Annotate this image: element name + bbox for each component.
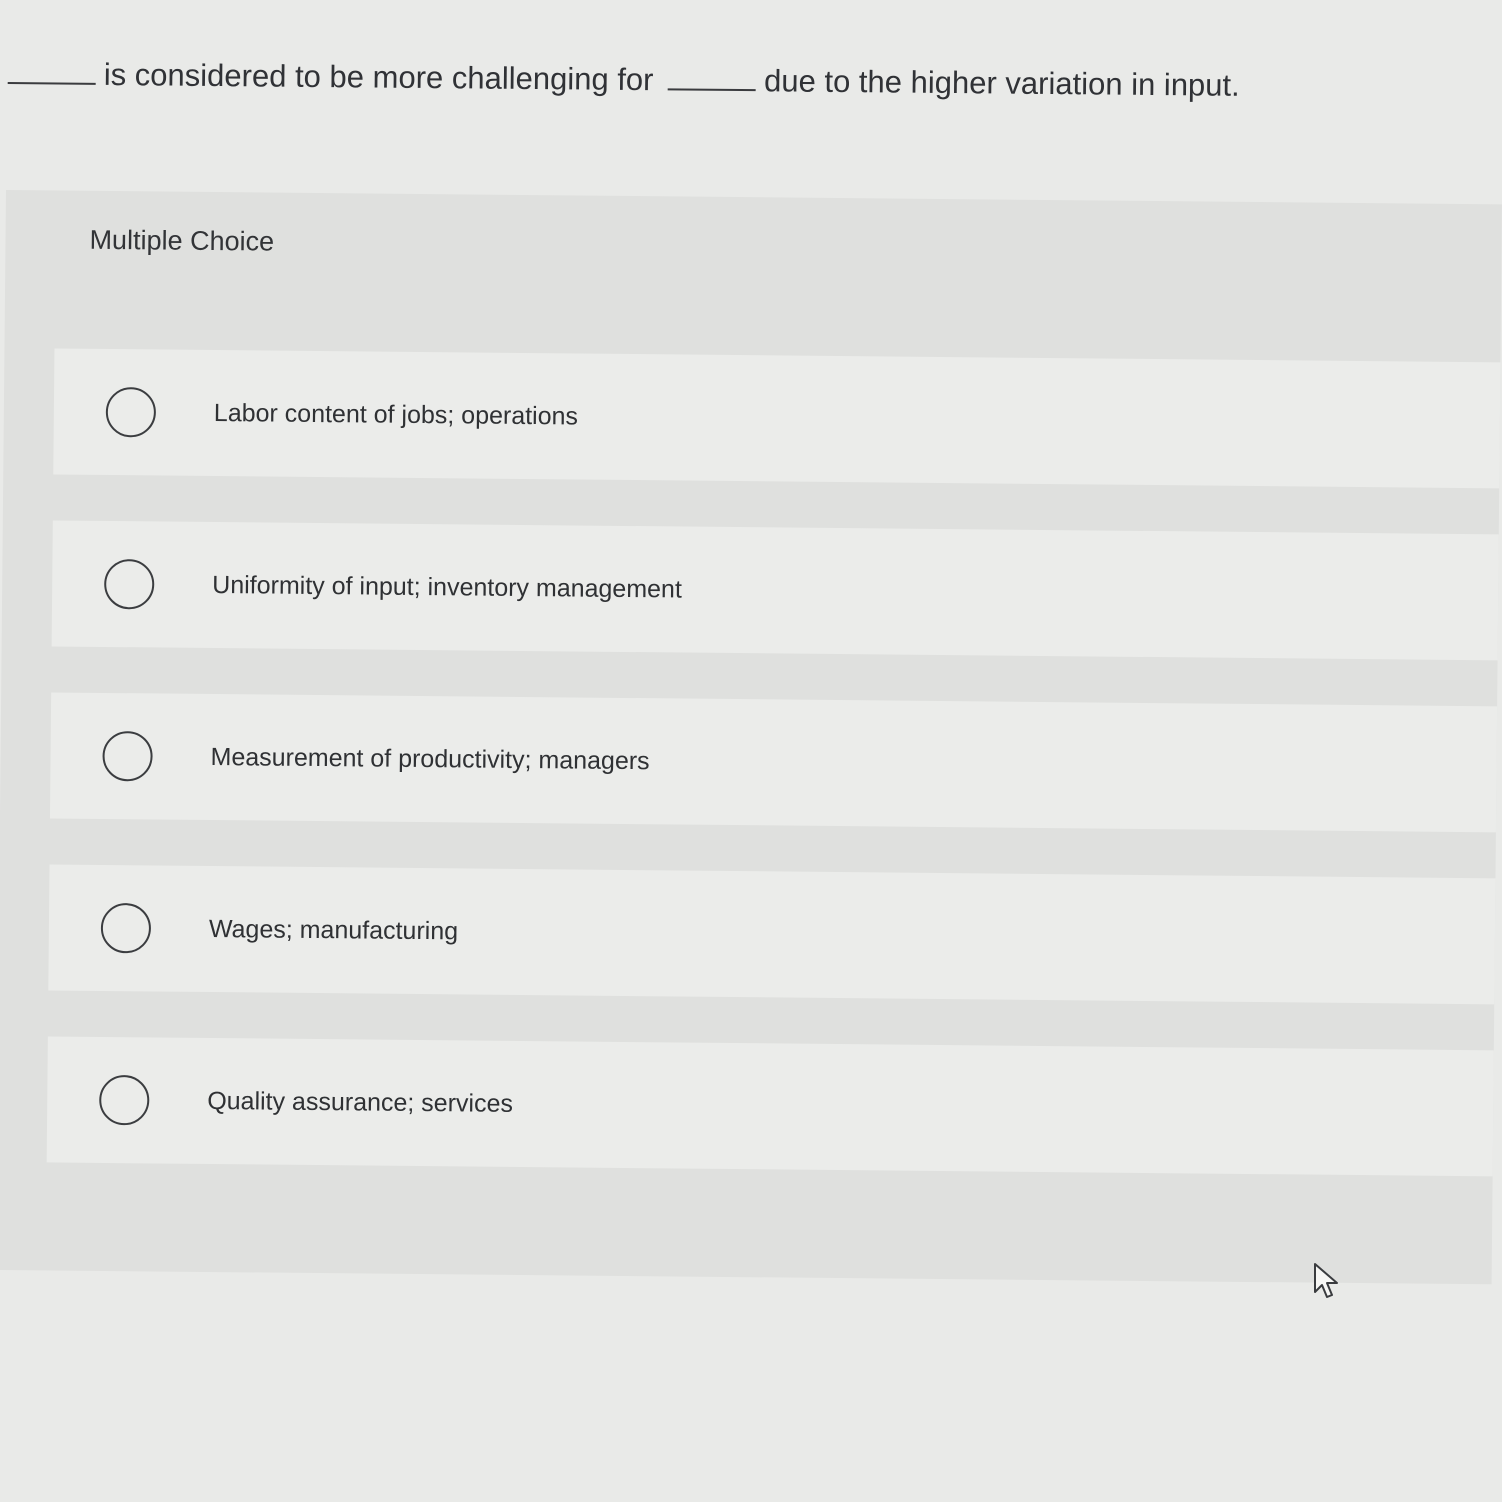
mouse-pointer-icon (1314, 1263, 1338, 1298)
radio-button-icon[interactable] (100, 902, 152, 954)
first-blank (7, 55, 96, 85)
answer-option-label: Quality assurance; services (207, 1086, 514, 1118)
answer-option-label: Measurement of productivity; managers (210, 742, 650, 775)
answer-option-label: Wages; manufacturing (208, 914, 459, 945)
answer-option-4[interactable]: Wages; manufacturing (48, 864, 1496, 1005)
answer-option-3[interactable]: Measurement of productivity; managers (49, 692, 1498, 833)
answer-option-2[interactable]: Uniformity of input; inventory managemen… (51, 520, 1499, 661)
radio-button-icon[interactable] (103, 558, 155, 610)
radio-button-icon[interactable] (102, 730, 153, 782)
answer-options: Labor content of jobs; operations Unifor… (46, 348, 1501, 1222)
radio-button-icon[interactable] (99, 1074, 150, 1126)
question-prompt: is considered to be more challenging for… (7, 52, 1448, 110)
answer-option-label: Uniformity of input; inventory managemen… (212, 570, 683, 604)
multiple-choice-label: Multiple Choice (89, 224, 275, 257)
answer-option-1[interactable]: Labor content of jobs; operations (53, 348, 1501, 489)
second-blank (668, 62, 757, 92)
question-text-middle: is considered to be more challenging for (103, 56, 654, 98)
multiple-choice-panel: Multiple Choice Labor content of jobs; o… (0, 190, 1502, 1285)
answer-option-5[interactable]: Quality assurance; services (46, 1036, 1494, 1177)
answer-option-label: Labor content of jobs; operations (213, 398, 579, 431)
radio-button-icon[interactable] (105, 386, 157, 438)
question-text-after: due to the higher variation in input. (763, 63, 1240, 103)
